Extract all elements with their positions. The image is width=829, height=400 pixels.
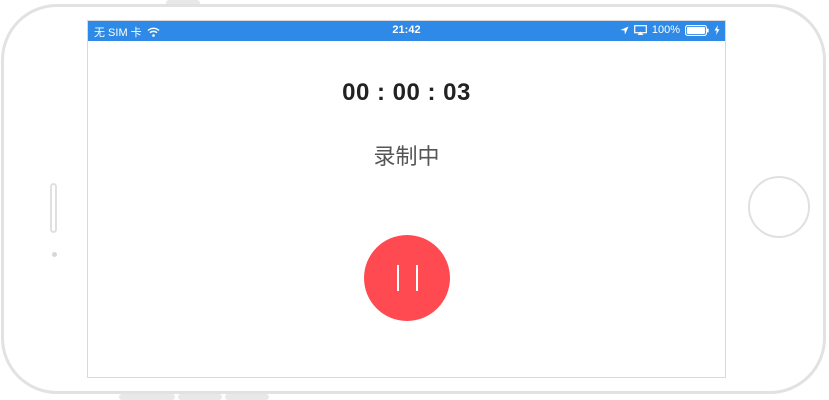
home-button[interactable] — [748, 176, 810, 238]
mute-switch — [119, 394, 175, 400]
recording-status-label: 录制中 — [373, 145, 440, 170]
phone-screen: 无 SIM 卡 21:42 100% 00: 00: 03 录制中 — [87, 20, 726, 378]
battery-percentage: 100% — [651, 24, 680, 36]
battery-icon — [685, 24, 709, 36]
front-camera — [52, 252, 57, 257]
volume-up-button — [178, 394, 222, 400]
pause-button[interactable] — [364, 235, 450, 321]
status-bar-right: 100% — [620, 24, 720, 36]
volume-down-button — [225, 394, 269, 400]
status-bar: 无 SIM 卡 21:42 100% — [88, 21, 725, 41]
location-icon — [620, 25, 629, 35]
elapsed-time: 00 : 00 : 03 — [342, 79, 471, 106]
pause-bar-right — [416, 265, 418, 291]
airplay-icon — [633, 25, 647, 35]
charging-bolt-icon — [714, 25, 720, 35]
device-stage: 无 SIM 卡 21:42 100% 00: 00: 03 录制中 — [0, 0, 829, 400]
pause-bar-left — [397, 265, 399, 291]
earpiece-speaker — [50, 183, 57, 233]
pause-icon — [394, 265, 420, 291]
